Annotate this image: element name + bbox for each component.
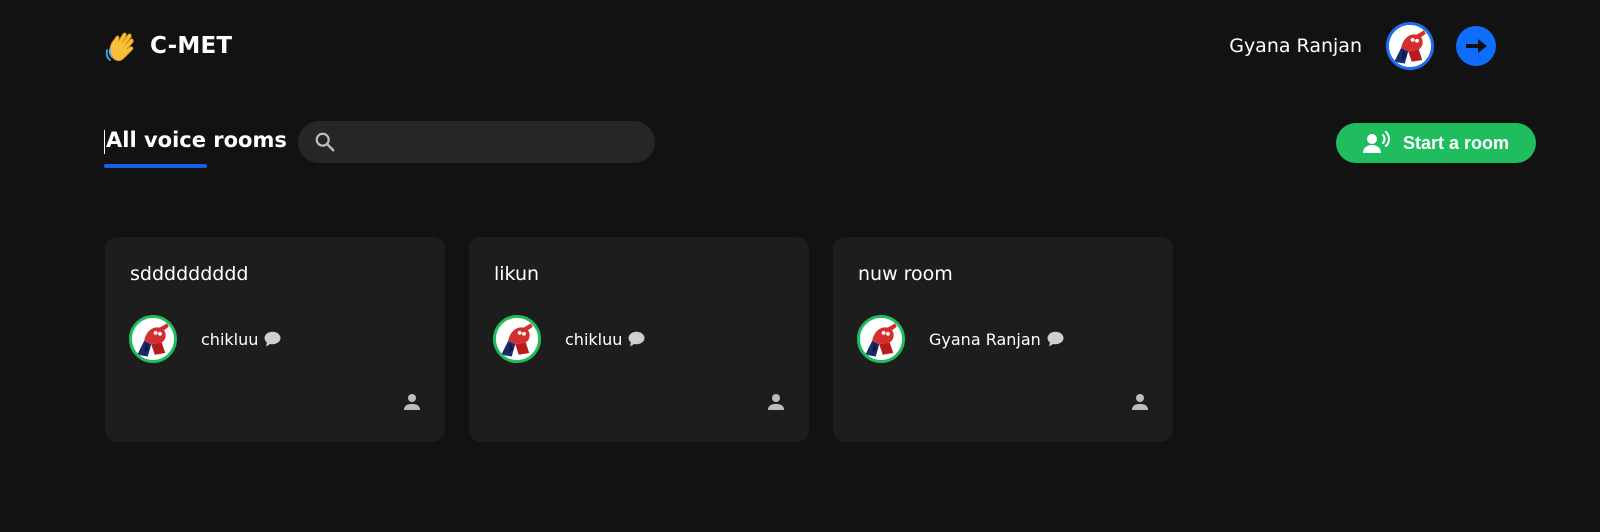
spiderman-avatar-icon bbox=[1389, 25, 1431, 67]
room-topic: sddddddddd bbox=[130, 263, 249, 285]
chat-bubble-icon bbox=[1047, 331, 1064, 347]
speaker-avatar bbox=[493, 315, 541, 363]
brand-name: C-MET bbox=[150, 33, 233, 59]
start-room-button[interactable]: Start a room bbox=[1336, 123, 1536, 163]
chat-bubble-icon bbox=[628, 331, 645, 347]
start-room-label: Start a room bbox=[1402, 132, 1510, 153]
room-speaker: chikluu bbox=[493, 315, 645, 363]
spiderman-avatar-icon bbox=[496, 318, 538, 360]
user-avatar[interactable] bbox=[1386, 22, 1434, 70]
app-header: C-MET Gyana Ranjan bbox=[0, 0, 1600, 95]
waving-hand-icon bbox=[105, 32, 134, 62]
room-card[interactable]: nuw room Gyana Ranjan bbox=[833, 237, 1173, 442]
user-icon bbox=[768, 394, 784, 410]
arrow-right-icon bbox=[1466, 39, 1487, 53]
rooms-toolbar: All voice rooms Start a room bbox=[0, 118, 1600, 178]
room-card[interactable]: sddddddddd chikluu bbox=[105, 237, 445, 442]
search-input[interactable] bbox=[336, 121, 655, 163]
room-speaker: chikluu bbox=[129, 315, 281, 363]
user-area: Gyana Ranjan bbox=[1229, 22, 1496, 70]
logout-button[interactable] bbox=[1456, 26, 1496, 66]
speaker-name: chikluu bbox=[201, 329, 259, 349]
user-name: Gyana Ranjan bbox=[1229, 35, 1362, 57]
speaker-name: Gyana Ranjan bbox=[929, 329, 1041, 349]
room-card[interactable]: likun chikluu bbox=[469, 237, 809, 442]
speaker-avatar bbox=[129, 315, 177, 363]
user-icon bbox=[1132, 394, 1148, 410]
room-topic: likun bbox=[494, 263, 540, 285]
spiderman-avatar-icon bbox=[132, 318, 174, 360]
room-list: sddddddddd chikluu likun chikluu nuw roo… bbox=[105, 237, 1197, 442]
chat-bubble-icon bbox=[264, 331, 281, 347]
page-title: All voice rooms bbox=[104, 128, 287, 154]
room-topic: nuw room bbox=[858, 263, 953, 285]
speaker-avatar bbox=[857, 315, 905, 363]
user-icon bbox=[404, 394, 420, 410]
title-underline bbox=[104, 164, 207, 168]
brand-logo[interactable]: C-MET bbox=[104, 28, 232, 64]
search-box[interactable] bbox=[298, 121, 655, 163]
spiderman-avatar-icon bbox=[860, 318, 902, 360]
room-speaker: Gyana Ranjan bbox=[857, 315, 1064, 363]
search-icon bbox=[315, 132, 335, 152]
record-voice-icon bbox=[1362, 131, 1390, 153]
speaker-name: chikluu bbox=[565, 329, 623, 349]
